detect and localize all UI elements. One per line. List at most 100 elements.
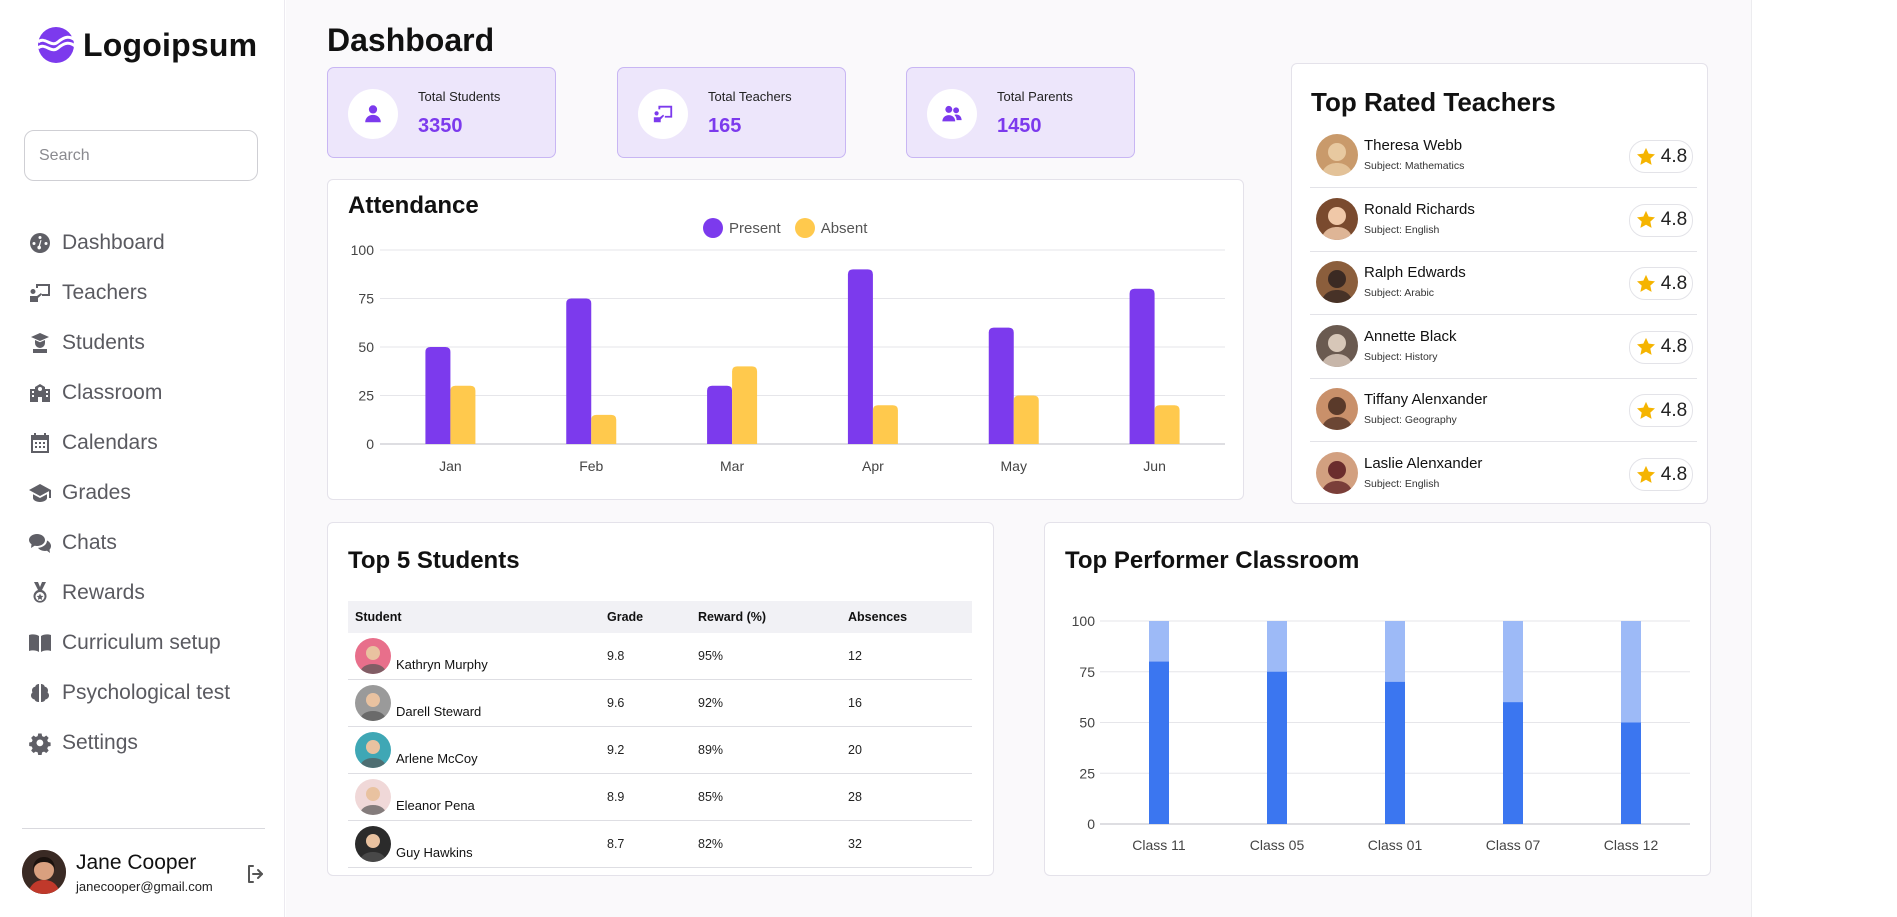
list-item[interactable]: Theresa Webb Subject: Mathematics 4.8 (1310, 124, 1697, 188)
teacher-board-icon (30, 284, 50, 302)
sidebar-divider (22, 828, 265, 829)
sidebar-item-students[interactable]: Students (28, 318, 230, 368)
column-header-student[interactable]: Student (348, 601, 600, 633)
user-email: janecooper@gmail.com (76, 878, 213, 894)
bar-class-12 (1621, 722, 1641, 824)
list-item[interactable]: Ralph Edwards Subject: Arabic 4.8 (1310, 251, 1697, 316)
reward-cell: 82% (691, 820, 841, 868)
list-item[interactable]: Laslie Alenxander Subject: English 4.8 (1310, 442, 1697, 505)
bar-present-feb (566, 298, 592, 444)
user-name: Jane Cooper (76, 850, 197, 874)
avatar (355, 826, 391, 862)
users-icon (942, 105, 962, 122)
page-title: Dashboard (327, 22, 495, 58)
sidebar-item-dashboard[interactable]: Dashboard (28, 218, 230, 268)
attendance-chart: 0 25 50 75 100 Jan Feb Mar Apr May Jun (351, 242, 1225, 474)
student-name: Arlene McCoy (396, 751, 478, 766)
table-row[interactable]: Darell Steward 9.6 92% 16 (348, 679, 972, 727)
bar-present-jun (1129, 288, 1155, 444)
teacher-subject: Subject: History (1364, 350, 1438, 363)
gauge-icon (30, 233, 50, 253)
student-name: Kathryn Murphy (396, 657, 488, 672)
student-name: Guy Hawkins (396, 845, 473, 860)
stat-value: 1450 (997, 115, 1042, 137)
bar-present-apr (847, 269, 873, 444)
y-tick-label: 75 (1079, 664, 1095, 680)
rating-badge: 4.8 (1629, 458, 1693, 491)
classroom-chart: 0 25 50 75 100 Class 11 Class 05 Class 01 Class … (1072, 613, 1690, 853)
sidebar-item-label: Settings (62, 731, 138, 754)
search-input[interactable] (24, 130, 258, 181)
grade-cell: 9.6 (600, 679, 691, 727)
teacher-name: Laslie Alenxander (1364, 455, 1483, 472)
list-item[interactable]: Tiffany Alenxander Subject: Geography 4.8 (1310, 378, 1697, 443)
rating-badge: 4.8 (1629, 267, 1693, 301)
sidebar-item-psychological-test[interactable]: Psychological test (28, 668, 230, 718)
bar-absent-jun (1154, 405, 1180, 444)
bar-present-mar (707, 385, 733, 444)
table-row[interactable]: Guy Hawkins 8.7 82% 32 (348, 820, 972, 868)
list-item[interactable]: Ronald Richards Subject: English 4.8 (1310, 188, 1697, 252)
stat-card-total-parents[interactable]: Total Parents 1450 (906, 67, 1135, 158)
attendance-title: Attendance (348, 192, 479, 219)
teacher-subject: Subject: Arabic (1364, 287, 1435, 300)
logout-icon[interactable] (244, 862, 268, 886)
top-students-table: Student Grade Reward (%) Absences Kathry… (348, 601, 972, 868)
star-icon (1636, 465, 1655, 483)
list-item[interactable]: Annette Black Subject: History 4.8 (1310, 315, 1697, 379)
grade-cell: 8.9 (600, 773, 691, 821)
star-icon (1636, 210, 1655, 228)
table-row[interactable]: Arlene McCoy 9.2 89% 20 (348, 726, 972, 774)
rating-value: 4.8 (1660, 463, 1688, 485)
table-row[interactable]: Eleanor Pena 8.9 85% 28 (348, 773, 972, 821)
presentation-icon (653, 105, 673, 123)
column-header-reward[interactable]: Reward (%) (691, 601, 841, 633)
avatar (22, 850, 66, 894)
mortarboard-icon (29, 484, 51, 502)
sidebar-item-calendars[interactable]: Calendars (28, 418, 230, 468)
stat-icon-wrap (348, 89, 398, 139)
sidebar-item-chats[interactable]: Chats (28, 518, 230, 568)
x-tick-label: May (1001, 458, 1027, 474)
teacher-name: Annette Black (1364, 327, 1457, 345)
avatar (1316, 261, 1358, 304)
stat-card-total-teachers[interactable]: Total Teachers 165 (617, 67, 846, 158)
table-row[interactable]: Kathryn Murphy 9.8 95% 12 (348, 633, 972, 680)
sidebar-item-label: Teachers (62, 281, 148, 304)
teacher-name: Ralph Edwards (1364, 264, 1466, 282)
sidebar-item-rewards[interactable]: Rewards (28, 568, 230, 618)
x-tick-label: Apr (862, 458, 884, 474)
x-tick-label: Jan (439, 458, 462, 474)
stat-card-total-students[interactable]: Total Students 3350 (327, 67, 556, 158)
avatar (1316, 324, 1358, 367)
y-tick-label: 100 (351, 242, 375, 258)
sidebar-item-label: Classroom (62, 381, 163, 404)
user-profile[interactable]: Jane Cooper janecooper@gmail.com (22, 850, 213, 894)
sidebar-item-settings[interactable]: Settings (28, 718, 230, 768)
brand-logo[interactable]: Logoipsum (35, 26, 257, 64)
sidebar-item-curriculum-setup[interactable]: Curriculum setup (28, 618, 230, 668)
sidebar-item-label: Curriculum setup (62, 631, 221, 654)
sidebar-item-teachers[interactable]: Teachers (28, 268, 230, 318)
stat-icon-wrap (638, 89, 688, 139)
column-header-grade[interactable]: Grade (600, 601, 691, 633)
column-header-absences[interactable]: Absences (841, 601, 972, 633)
sidebar-item-classroom[interactable]: Classroom (28, 368, 230, 418)
legend-label-present: Present (729, 219, 781, 237)
bar-absent-apr (872, 405, 898, 444)
grade-cell: 9.2 (600, 726, 691, 774)
sidebar-item-grades[interactable]: Grades (28, 468, 230, 518)
bar-class-07 (1503, 702, 1523, 824)
avatar (355, 779, 391, 815)
absences-cell: 12 (841, 633, 972, 680)
teacher-subject: Subject: Geography (1364, 414, 1457, 427)
legend-label-absent: Absent (820, 219, 868, 237)
student-cell: Eleanor Pena (348, 773, 600, 821)
logo-mark-icon (37, 27, 76, 63)
school-icon (30, 384, 50, 402)
bar-class-01 (1385, 681, 1405, 824)
medal-icon (33, 582, 47, 603)
avatar (1316, 197, 1358, 240)
teacher-subject: Subject: English (1364, 223, 1440, 236)
gear-icon (29, 733, 51, 755)
